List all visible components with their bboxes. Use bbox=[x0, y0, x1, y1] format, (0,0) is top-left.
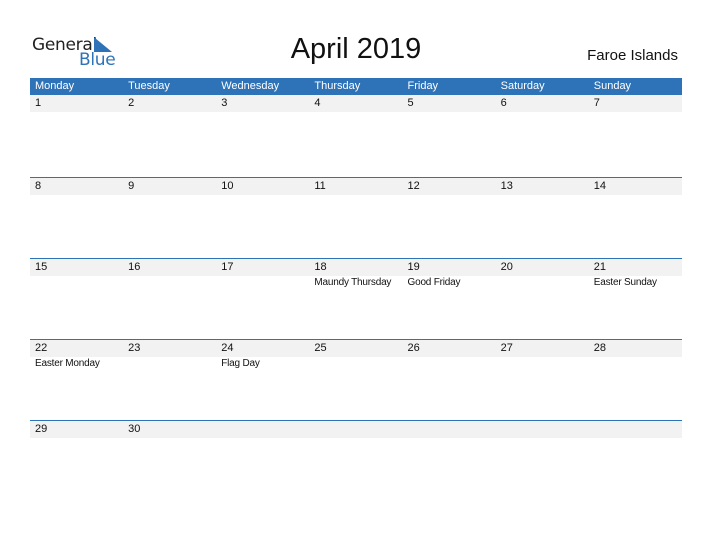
day-cell bbox=[403, 421, 496, 438]
day-cell: 18 Maundy Thursday bbox=[309, 259, 402, 289]
week-cells: 22 Easter Monday 23 24 Flag Day 25 26 27 28 bbox=[30, 340, 682, 370]
day-number: 9 bbox=[128, 180, 135, 192]
day-number: 17 bbox=[221, 261, 234, 273]
weekday-tuesday: Tuesday bbox=[128, 80, 170, 92]
day-number: 12 bbox=[407, 180, 420, 192]
day-cell: 19 Good Friday bbox=[403, 259, 496, 289]
day-cell: 13 bbox=[496, 178, 589, 195]
day-cell: 24 Flag Day bbox=[216, 340, 309, 370]
day-number: 10 bbox=[221, 180, 234, 192]
day-cell: 4 bbox=[309, 95, 402, 112]
day-number: 22 bbox=[35, 342, 48, 354]
day-cell: 5 bbox=[403, 95, 496, 112]
day-number bbox=[221, 421, 309, 438]
weekday-header: Monday Tuesday Wednesday Thursday Friday… bbox=[30, 78, 682, 95]
week-row: 8 9 10 11 12 13 14 bbox=[30, 177, 682, 258]
day-number: 8 bbox=[35, 180, 42, 192]
day-cell bbox=[496, 421, 589, 438]
day-number bbox=[501, 421, 589, 438]
day-cell: 26 bbox=[403, 340, 496, 370]
week-cells: 29 30 bbox=[30, 421, 682, 438]
day-cell: 12 bbox=[403, 178, 496, 195]
week-cells: 15 16 17 18 Maundy Thursday 19 Good Friday 20 21… bbox=[30, 259, 682, 289]
day-cell: 30 bbox=[123, 421, 216, 438]
day-number: 27 bbox=[500, 342, 513, 354]
day-cell: 1 bbox=[30, 95, 123, 112]
weekday-thursday: Thursday bbox=[314, 80, 361, 92]
day-number bbox=[594, 421, 682, 438]
day-number: 13 bbox=[500, 180, 513, 192]
day-cell bbox=[216, 421, 309, 438]
day-number: 1 bbox=[35, 97, 42, 109]
week-row: 1 2 3 4 5 6 7 bbox=[30, 95, 682, 177]
day-number: 14 bbox=[593, 180, 606, 192]
day-number: 23 bbox=[128, 342, 141, 354]
day-cell: 28 bbox=[589, 340, 682, 370]
day-number: 20 bbox=[500, 261, 513, 273]
day-cell: 22 Easter Monday bbox=[30, 340, 123, 370]
day-cell: 14 bbox=[589, 178, 682, 195]
day-number: 18 bbox=[314, 261, 327, 273]
holiday-label: Easter Monday bbox=[35, 358, 100, 369]
country-label: Faroe Islands bbox=[587, 47, 678, 64]
day-cell: 8 bbox=[30, 178, 123, 195]
calendar-grid: Monday Tuesday Wednesday Thursday Friday… bbox=[30, 78, 682, 501]
day-cell: 29 bbox=[30, 421, 123, 438]
day-cell: 17 bbox=[216, 259, 309, 289]
day-cell: 21 Easter Sunday bbox=[589, 259, 682, 289]
day-cell: 25 bbox=[309, 340, 402, 370]
day-number: 24 bbox=[221, 342, 234, 354]
week-cells: 8 9 10 11 12 13 14 bbox=[30, 178, 682, 195]
weeks-container: 1 2 3 4 5 6 7 8 9 10 11 12 13 14 15 16 17 18 Maundy Thursd… bbox=[30, 95, 682, 501]
week-row: 22 Easter Monday 23 24 Flag Day 25 26 27 28 bbox=[30, 339, 682, 420]
weekday-saturday: Saturday bbox=[500, 80, 545, 92]
day-cell: 6 bbox=[496, 95, 589, 112]
day-number bbox=[314, 421, 402, 438]
day-number: 16 bbox=[128, 261, 141, 273]
day-number: 2 bbox=[128, 97, 135, 109]
day-number: 4 bbox=[314, 97, 321, 109]
day-cell: 3 bbox=[216, 95, 309, 112]
weekday-monday: Monday bbox=[35, 80, 75, 92]
holiday-label: Maundy Thursday bbox=[314, 277, 392, 288]
day-cell: 9 bbox=[123, 178, 216, 195]
day-number: 5 bbox=[407, 97, 414, 109]
day-number: 11 bbox=[314, 180, 326, 192]
day-number: 25 bbox=[314, 342, 327, 354]
week-cells: 1 2 3 4 5 6 7 bbox=[30, 95, 682, 112]
day-number: 19 bbox=[407, 261, 420, 273]
day-cell: 10 bbox=[216, 178, 309, 195]
day-cell bbox=[309, 421, 402, 438]
day-cell: 15 bbox=[30, 259, 123, 289]
day-cell: 16 bbox=[123, 259, 216, 289]
day-cell: 2 bbox=[123, 95, 216, 112]
day-cell: 23 bbox=[123, 340, 216, 370]
day-cell bbox=[589, 421, 682, 438]
weekday-wednesday: Wednesday bbox=[221, 80, 280, 92]
day-number: 15 bbox=[35, 261, 48, 273]
day-cell: 20 bbox=[496, 259, 589, 289]
day-number: 29 bbox=[35, 423, 48, 435]
day-cell: 27 bbox=[496, 340, 589, 370]
holiday-label: Good Friday bbox=[407, 277, 461, 288]
day-number bbox=[408, 421, 496, 438]
holiday-label: Flag Day bbox=[221, 358, 260, 369]
day-number: 26 bbox=[407, 342, 420, 354]
week-row: 29 30 bbox=[30, 420, 682, 501]
day-number: 21 bbox=[593, 261, 606, 273]
day-cell: 7 bbox=[589, 95, 682, 112]
day-number: 30 bbox=[128, 423, 141, 435]
weekday-sunday: Sunday bbox=[593, 80, 632, 92]
day-cell: 11 bbox=[309, 178, 402, 195]
day-number: 28 bbox=[593, 342, 606, 354]
week-row: 15 16 17 18 Maundy Thursday 19 Good Friday 20 21… bbox=[30, 258, 682, 339]
holiday-label: Easter Sunday bbox=[593, 277, 657, 288]
weekday-friday: Friday bbox=[407, 80, 439, 92]
day-number: 7 bbox=[593, 97, 600, 109]
day-number: 6 bbox=[500, 97, 507, 109]
day-number: 3 bbox=[221, 97, 228, 109]
